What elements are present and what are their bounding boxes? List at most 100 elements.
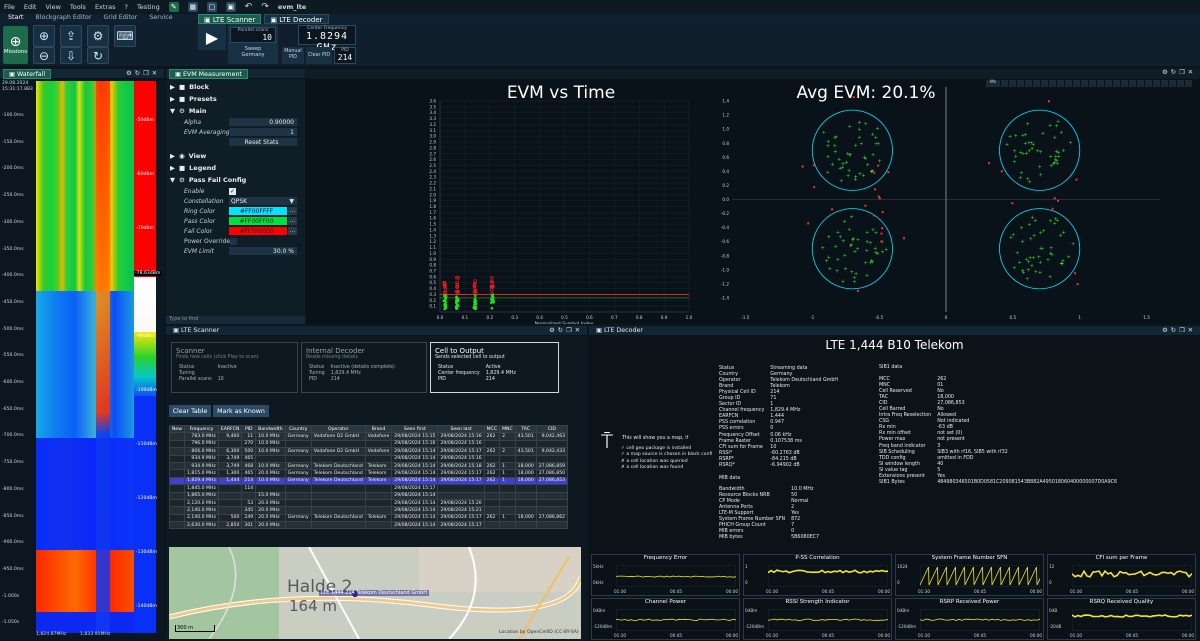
alpha-input[interactable]: 0.90000	[229, 118, 297, 126]
sync-icon[interactable]: ↻	[558, 327, 566, 334]
tab-blockgraph-editor[interactable]: Blockgraph Editor	[35, 14, 91, 23]
restore-icon[interactable]: ❐	[566, 327, 575, 334]
pid-field[interactable]: PID 214	[334, 47, 356, 64]
fail-color-picker[interactable]: …	[288, 227, 297, 235]
table-row[interactable]: 1,829.4 MHz 1,444 214 10.0 MHz Germany Teleko…	[168, 476, 569, 486]
upload-button[interactable]: ⇪	[60, 25, 82, 47]
menu-item-tools[interactable]: Tools	[70, 3, 86, 11]
cell-map[interactable]: Halde 2 164 m LTE 1444 214 Telekom Deuts…	[169, 547, 581, 639]
table-row[interactable]: 2,630.0 MHz 2,850 301 20.0 MHz 29/08/2024 15…	[168, 521, 569, 530]
close-icon[interactable]: ✕	[575, 327, 583, 334]
menu-item-view[interactable]: View	[45, 3, 60, 11]
fail-color-field[interactable]: #FFFF0000	[229, 227, 287, 235]
mini-chart[interactable]: P-SS Correlation 1 0 01:30 00:45 00:00	[743, 554, 892, 596]
column-header[interactable]: Seen first	[391, 424, 439, 434]
internal-decoder-box[interactable]: Internal Decoder Reads missing details S…	[301, 342, 427, 393]
menu-item-file[interactable]: File	[4, 3, 15, 11]
mini-chart[interactable]: RSSI Strength Indicator 0dBm -120dBm 01:30 0…	[743, 598, 892, 640]
gear-icon[interactable]: ⚙	[1162, 69, 1171, 79]
column-header[interactable]: EARFCN	[217, 424, 243, 434]
section-main[interactable]: ▼ ⚙ Main	[170, 105, 301, 117]
edit-icon[interactable]: ✎	[168, 2, 179, 12]
pass-color-field[interactable]: #FF00FF00	[229, 217, 287, 225]
table-row[interactable]: 2,140.0 MHz 345 20.0 MHz 29/08/2024 15:14 29…	[168, 506, 569, 515]
grid-icon[interactable]: ▦	[187, 2, 198, 12]
section-pass-fail[interactable]: ▼ ⚙ Pass Fail Config	[170, 174, 301, 186]
redo-icon[interactable]: ↷	[261, 2, 269, 12]
play-button[interactable]: ▶	[198, 24, 226, 50]
enable-checkbox[interactable]: ✓	[229, 187, 236, 195]
constellation-chart[interactable]: -1.4 -1.2 -1.0 -0.8 -0.6 -0.4 -0.2 0.0 0.2 0.4 0.6…	[716, 79, 1200, 324]
column-header[interactable]: CID	[535, 424, 569, 434]
column-header[interactable]: Brand	[364, 424, 393, 434]
column-header[interactable]: Operator	[310, 424, 366, 434]
mini-chart[interactable]: RSRP Received Power 0dBm -120dBm 01:30 00:45…	[895, 598, 1044, 640]
mini-chart[interactable]: Channel Power 0dBm -120dBm 01:30 00:45 00:00	[591, 598, 740, 640]
tab-evm-measurement[interactable]: ▣ EVM Measurement	[169, 68, 248, 79]
cell-table[interactable]: New Frequency EARFCN PID Bandwidth Country Ope…	[168, 424, 569, 530]
sync-icon[interactable]: ↻	[1171, 69, 1179, 79]
section-view[interactable]: ▶ ◉ View	[170, 150, 301, 162]
section-legend[interactable]: ▶ ■ Legend	[170, 162, 301, 174]
restore-icon[interactable]: ❐	[1179, 327, 1188, 334]
table-row[interactable]: 934.9 MHz 3,749 465 29/08/2024 15:14 29/08/2…	[168, 454, 569, 463]
tab-start[interactable]: Start	[8, 14, 23, 23]
cell-to-output-box[interactable]: Cell to Output Sends selected cell to ou…	[430, 342, 559, 393]
menu-item-extras[interactable]: Extras	[95, 3, 116, 11]
constellation-select[interactable]: QPSK ▼	[229, 197, 297, 205]
window-icon[interactable]: ▢	[206, 2, 217, 12]
gear-icon[interactable]: ⚙	[549, 327, 558, 334]
table-row[interactable]: 934.9 MHz 3,749 468 10.0 MHz Germany Telekom …	[168, 461, 569, 471]
sync-icon[interactable]: ↻	[1171, 327, 1179, 334]
table-row[interactable]: 1,815.0 MHz 1,300 465 20.0 MHz Germany Teleko…	[168, 469, 569, 478]
table-row[interactable]: 1,845.0 MHz 114 29/08/2024 15:17	[168, 484, 569, 493]
mark-as-known-button[interactable]: Mark as Known	[213, 405, 269, 417]
mini-chart[interactable]: Frequency Error 5kHz 0kHz 01:30 00:45 00:00	[591, 554, 740, 596]
menu-item-edit[interactable]: Edit	[24, 3, 37, 11]
power-override-checkbox[interactable]	[230, 237, 237, 245]
close-icon[interactable]: ✕	[1188, 327, 1196, 334]
missions-button[interactable]: ⊕ Missions	[3, 26, 28, 64]
tab-grid-editor[interactable]: Grid Editor	[104, 14, 138, 23]
column-header[interactable]: MCC	[483, 424, 501, 434]
section-block[interactable]: ▶ ■ Block	[170, 81, 301, 93]
gear-icon[interactable]: ⚙	[1162, 327, 1171, 334]
menu-item-testing[interactable]: Testing	[137, 3, 160, 11]
tab-lte-scanner-doc[interactable]: ▣ LTE Scanner	[198, 14, 262, 24]
add-block-button[interactable]: ⊕	[33, 25, 55, 47]
reset-stats-button[interactable]: Reset Stats	[229, 138, 297, 146]
refresh-button[interactable]: ↻	[87, 47, 109, 64]
download-button[interactable]: ⇩	[60, 47, 82, 64]
center-frequency-field[interactable]: Center Frequency 1.8294 GHz	[298, 25, 356, 53]
pass-color-picker[interactable]: …	[288, 217, 297, 225]
tab-service[interactable]: Service	[149, 14, 172, 23]
column-header[interactable]: Country	[284, 424, 312, 434]
section-presets[interactable]: ▶ ■ Presets	[170, 93, 301, 105]
close-icon[interactable]: ✕	[1188, 69, 1196, 79]
ring-color-field[interactable]: #FF00FFFF	[229, 207, 287, 215]
column-header[interactable]: Frequency	[184, 424, 219, 434]
column-header[interactable]: TAC	[514, 424, 537, 434]
table-row[interactable]: 2,120.0 MHz 53 20.0 MHz 29/08/2024 15:14 29/…	[168, 498, 569, 508]
table-row[interactable]: 1,865.0 MHz 15.0 MHz 29/08/2024 15:14	[168, 491, 569, 500]
table-row[interactable]: 783.0 MHz 9,460 11 10.0 MHz Germany Vodafone …	[168, 432, 569, 441]
clear-pid-button[interactable]: Clear PID	[306, 47, 332, 64]
undo-icon[interactable]: ↶	[245, 2, 253, 12]
table-row[interactable]: 796.0 MHz 270 10.0 MHz 29/08/2024 15:16 29/0…	[168, 439, 569, 449]
column-header[interactable]: PID	[241, 424, 257, 434]
tab-lte-decoder[interactable]: ▣ LTE Decoder	[592, 327, 647, 334]
scanner-box[interactable]: Scanner Finds new cells (click Play to s…	[171, 342, 298, 393]
column-header[interactable]: MNC	[499, 424, 516, 434]
remove-block-button[interactable]: ⊖	[33, 47, 55, 64]
column-header[interactable]: New	[168, 424, 186, 434]
column-header[interactable]: Seen last	[437, 424, 485, 434]
tab-lte-scanner[interactable]: ▣ LTE Scanner	[169, 327, 223, 334]
manual-pid-button[interactable]: Manual PID	[282, 47, 304, 64]
menu-item-help[interactable]: ?	[124, 3, 127, 11]
mini-chart[interactable]: System Frame Number SFN 1024 0 01:30 00:45 00…	[895, 554, 1044, 596]
table-row[interactable]: 2,140.0 MHz 500 249 20.0 MHz Germany Telekom …	[168, 513, 569, 523]
evm-limit-input[interactable]: 30.0 %	[229, 247, 297, 255]
evm-averaging-input[interactable]: 1	[230, 128, 297, 136]
settings-button[interactable]: ⚙	[87, 25, 109, 47]
mini-chart[interactable]: RSRQ Received Quality 0dB -20dB 01:30 00:45 0…	[1047, 598, 1196, 640]
